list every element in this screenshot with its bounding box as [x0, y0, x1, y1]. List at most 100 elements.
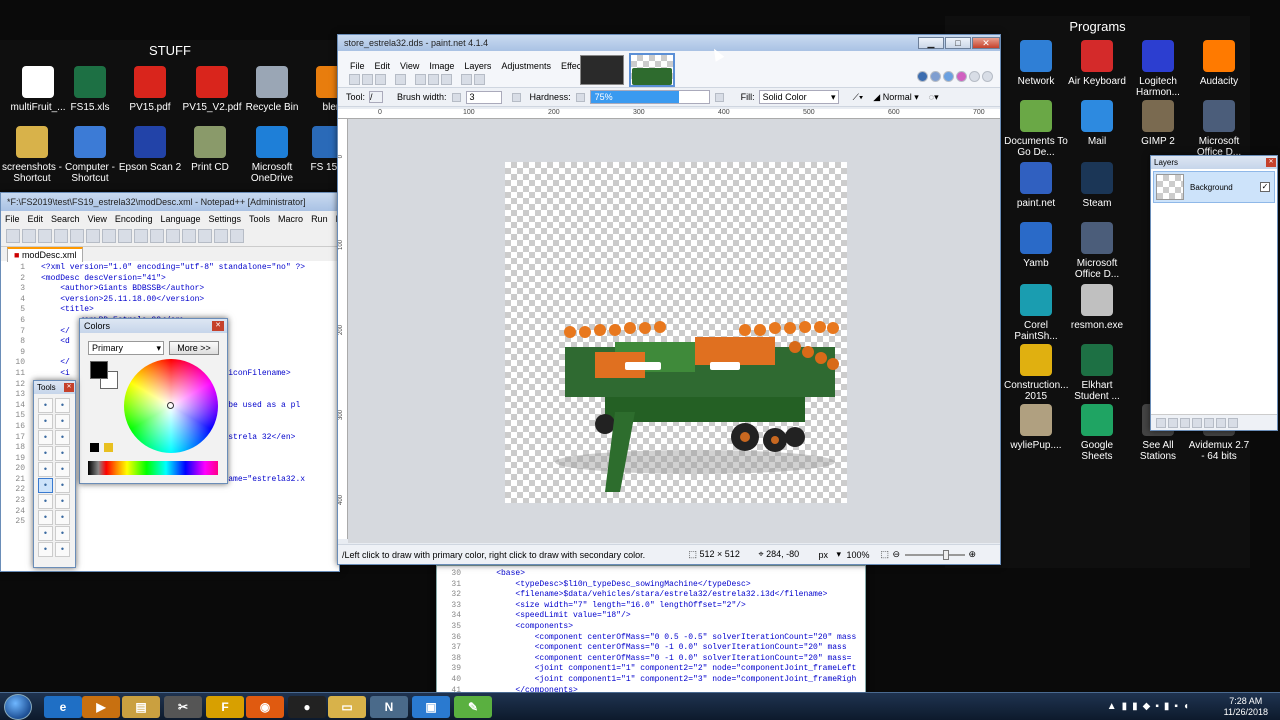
- cut-icon[interactable]: [102, 229, 116, 243]
- move-icon[interactable]: •: [55, 398, 70, 413]
- desktop-icon[interactable]: paint.net: [1004, 162, 1068, 209]
- desktop-icon[interactable]: Google Sheets: [1065, 404, 1129, 462]
- notepadpp-titlebar[interactable]: *F:\FS2019\test\FS19_estrela32\modDesc.x…: [1, 193, 339, 211]
- print-icon[interactable]: [395, 73, 406, 85]
- tools-panel[interactable]: Tools ✕ • • • • • • • • • • • • • • • • • • • •: [33, 380, 76, 568]
- start-button[interactable]: [4, 694, 32, 720]
- magic-wand-icon[interactable]: •: [38, 446, 53, 461]
- undo-icon[interactable]: [150, 229, 164, 243]
- desktop-icon[interactable]: FS15.xls: [58, 66, 122, 113]
- zoom-in-icon[interactable]: [214, 229, 228, 243]
- paste-icon[interactable]: [441, 73, 452, 85]
- desktop-icon[interactable]: Elkhart Student ...: [1065, 344, 1129, 402]
- desktop-icon[interactable]: PV15_V2.pdf: [180, 66, 244, 113]
- move-up-icon[interactable]: [1204, 418, 1214, 429]
- tab-moddesc[interactable]: ■ modDesc.xml: [7, 247, 84, 262]
- hardness-increase-button[interactable]: [714, 92, 724, 102]
- zoom-fit-icon[interactable]: ⬚: [881, 549, 893, 560]
- desktop-icon[interactable]: wyliePup....: [1004, 404, 1068, 451]
- code-line[interactable]: 37 <component centerOfMass="0 -1 0.0" so…: [437, 643, 865, 654]
- redo-icon[interactable]: [474, 73, 485, 85]
- colors-toggle-icon[interactable]: [956, 71, 967, 82]
- taskbar-media-icon[interactable]: ▶: [82, 696, 120, 718]
- history-toggle-icon[interactable]: [930, 71, 941, 82]
- desktop-icon[interactable]: Computer - Shortcut: [58, 126, 122, 184]
- shapes-icon[interactable]: •: [38, 542, 53, 557]
- code-line[interactable]: 3 <author>Giants BDBSSB</author>: [1, 284, 339, 295]
- move-selection-icon[interactable]: •: [55, 414, 70, 429]
- shapes-icon-2[interactable]: •: [55, 542, 70, 557]
- help-icon[interactable]: [982, 71, 993, 82]
- color-picker-icon[interactable]: •: [55, 494, 70, 509]
- merge-layer-icon[interactable]: [1192, 418, 1202, 429]
- code-line[interactable]: 4 <version>25.11.18.00</version>: [1, 295, 339, 306]
- more-colors-button[interactable]: More >>: [169, 341, 219, 355]
- taskbar-fs-icon[interactable]: F: [206, 696, 244, 718]
- pencil-icon[interactable]: •: [38, 494, 53, 509]
- layer-properties-icon[interactable]: [1228, 418, 1238, 429]
- zoom-out-icon[interactable]: ⊖: [893, 549, 905, 560]
- image-canvas[interactable]: [505, 162, 847, 503]
- code-line[interactable]: 38 <component centerOfMass="0 -1 0.0" so…: [437, 654, 865, 665]
- layers-titlebar[interactable]: Layers ✕: [1151, 156, 1277, 169]
- open-icon[interactable]: [362, 73, 373, 85]
- minimize-button[interactable]: ▁: [918, 37, 944, 49]
- layers-toggle-icon[interactable]: [943, 71, 954, 82]
- desktop-icon[interactable]: Air Keyboard: [1065, 40, 1129, 87]
- colors-panel[interactable]: Colors ✕ Primary ▾ More >>: [79, 318, 228, 484]
- code-line[interactable]: 39 <joint component1="1" component2="2" …: [437, 664, 865, 675]
- find-icon[interactable]: [182, 229, 196, 243]
- print-icon[interactable]: [86, 229, 100, 243]
- new-file-icon[interactable]: [6, 229, 20, 243]
- colors-titlebar[interactable]: Colors ✕: [80, 319, 227, 333]
- menu-item[interactable]: Image: [429, 61, 454, 71]
- code-line[interactable]: 2 <modDesc descVersion="41">: [1, 274, 339, 285]
- paintnet-titlebar[interactable]: store_estrela32.dds - paint.net 4.1.4 ▁ …: [338, 35, 1000, 51]
- taskbar-snipping-icon[interactable]: ✂: [164, 696, 202, 718]
- layers-panel[interactable]: Layers ✕ Background ✓: [1150, 155, 1278, 431]
- close-button[interactable]: ✕: [972, 37, 1000, 49]
- layer-visibility-checkbox[interactable]: ✓: [1260, 182, 1270, 192]
- desktop-icon[interactable]: GIMP 2: [1126, 100, 1190, 147]
- code-line[interactable]: 36 <component centerOfMass="0 0.5 -0.5" …: [437, 633, 865, 644]
- taskbar-window-icon[interactable]: ▣: [412, 696, 450, 718]
- menu-item[interactable]: Layers: [464, 61, 491, 71]
- color-palette-strip[interactable]: [88, 461, 218, 475]
- color-mode-select[interactable]: Primary ▾: [88, 341, 164, 355]
- move-down-icon[interactable]: [1216, 418, 1226, 429]
- save-icon[interactable]: [38, 229, 52, 243]
- brush-width-decrease-button[interactable]: [451, 92, 461, 102]
- canvas-area[interactable]: [348, 119, 1000, 543]
- code-line[interactable]: 34 <speedLimit value="18"/>: [437, 611, 865, 622]
- brush-width-increase-button[interactable]: [511, 92, 521, 102]
- gradient-icon[interactable]: •: [55, 462, 70, 477]
- fill-select[interactable]: Solid Color ▾: [758, 90, 839, 104]
- desktop-icon[interactable]: Microsoft Office D...: [1187, 100, 1251, 158]
- duplicate-layer-icon[interactable]: [1180, 418, 1190, 429]
- desktop-icon[interactable]: Steam: [1065, 162, 1129, 209]
- desktop-icon[interactable]: Print CD: [178, 126, 242, 173]
- line-icon[interactable]: •: [55, 526, 70, 541]
- desktop-icon[interactable]: Audacity: [1187, 40, 1251, 87]
- new-image-icon[interactable]: [349, 73, 360, 85]
- open-file-icon[interactable]: [22, 229, 36, 243]
- settings-gear-icon[interactable]: [969, 71, 980, 82]
- taskbar-firefox-icon[interactable]: ◉: [246, 696, 284, 718]
- pan-icon[interactable]: •: [55, 446, 70, 461]
- layer-row-background[interactable]: Background ✓: [1153, 171, 1275, 203]
- cut-icon[interactable]: [415, 73, 426, 85]
- copy-icon[interactable]: [428, 73, 439, 85]
- zoom-in-icon[interactable]: ⊕: [969, 549, 981, 560]
- palette-black-swatch[interactable]: [90, 443, 99, 452]
- primary-color-swatch[interactable]: [90, 361, 108, 379]
- eraser-icon[interactable]: •: [55, 478, 70, 493]
- menu-item[interactable]: Language: [160, 214, 200, 224]
- desktop-icon[interactable]: Documents To Go De...: [1004, 100, 1068, 158]
- menu-item[interactable]: Run: [311, 214, 328, 224]
- zoom-icon[interactable]: •: [55, 430, 70, 445]
- zoom-out-icon[interactable]: [230, 229, 244, 243]
- chevron-down-icon[interactable]: ▾: [837, 549, 847, 560]
- delete-layer-icon[interactable]: [1168, 418, 1178, 429]
- desktop-icon[interactable]: Network: [1004, 40, 1068, 87]
- desktop-icon[interactable]: Construction... 2015: [1004, 344, 1068, 402]
